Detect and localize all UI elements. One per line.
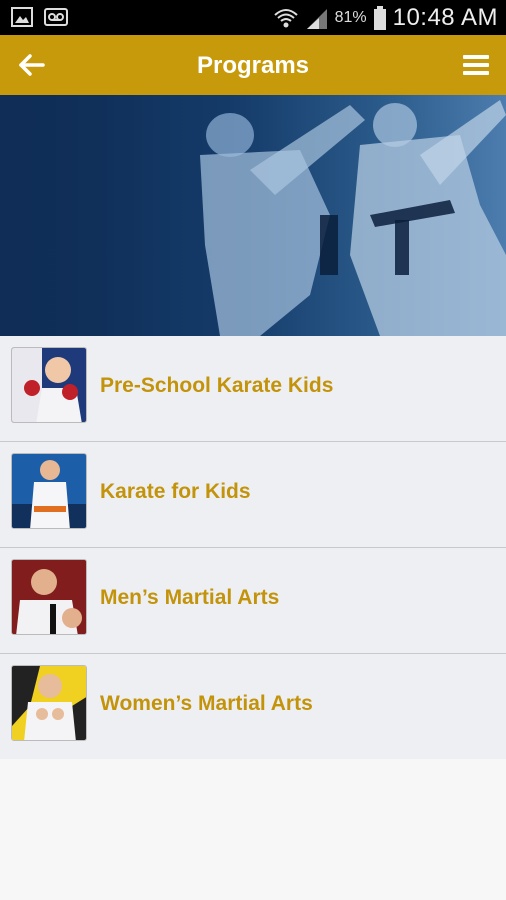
karate-sparring-image xyxy=(0,95,506,336)
child-karate-photo xyxy=(12,348,86,422)
voicemail-icon xyxy=(44,8,68,26)
clock: 10:48 AM xyxy=(392,3,498,31)
hamburger-menu-icon xyxy=(463,55,489,75)
hero-banner xyxy=(0,95,506,336)
program-label: Men’s Martial Arts xyxy=(100,586,280,609)
program-item-mens-martial-arts[interactable]: Men’s Martial Arts xyxy=(0,548,506,654)
program-thumbnail xyxy=(11,347,87,423)
wifi-icon xyxy=(273,8,298,27)
program-thumbnail xyxy=(11,665,87,741)
battery-icon xyxy=(373,5,386,30)
app-bar: Programs xyxy=(0,35,506,95)
program-item-womens-martial-arts[interactable]: Women’s Martial Arts xyxy=(0,654,506,759)
program-label: Pre-School Karate Kids xyxy=(100,374,334,397)
arrow-left-icon xyxy=(19,54,45,76)
program-label: Women’s Martial Arts xyxy=(100,692,313,715)
menu-button[interactable] xyxy=(462,53,490,79)
page-title: Programs xyxy=(196,52,310,79)
signal-icon xyxy=(306,8,327,29)
program-thumbnail xyxy=(11,559,87,635)
program-thumbnail xyxy=(11,453,87,529)
woman-martial-arts-photo xyxy=(12,666,86,740)
back-button[interactable] xyxy=(14,49,48,81)
man-martial-arts-photo xyxy=(12,560,86,634)
program-item-karate-for-kids[interactable]: Karate for Kids xyxy=(0,442,506,548)
status-bar: 81% 10:48 AM xyxy=(0,0,506,35)
battery-percentage: 81% xyxy=(334,8,367,26)
program-item-preschool-karate-kids[interactable]: Pre-School Karate Kids xyxy=(0,336,506,442)
kid-karate-photo xyxy=(12,454,86,528)
program-list: Pre-School Karate Kids Karate for Kids M… xyxy=(0,336,506,759)
program-label: Karate for Kids xyxy=(100,480,251,503)
image-icon xyxy=(11,7,33,27)
